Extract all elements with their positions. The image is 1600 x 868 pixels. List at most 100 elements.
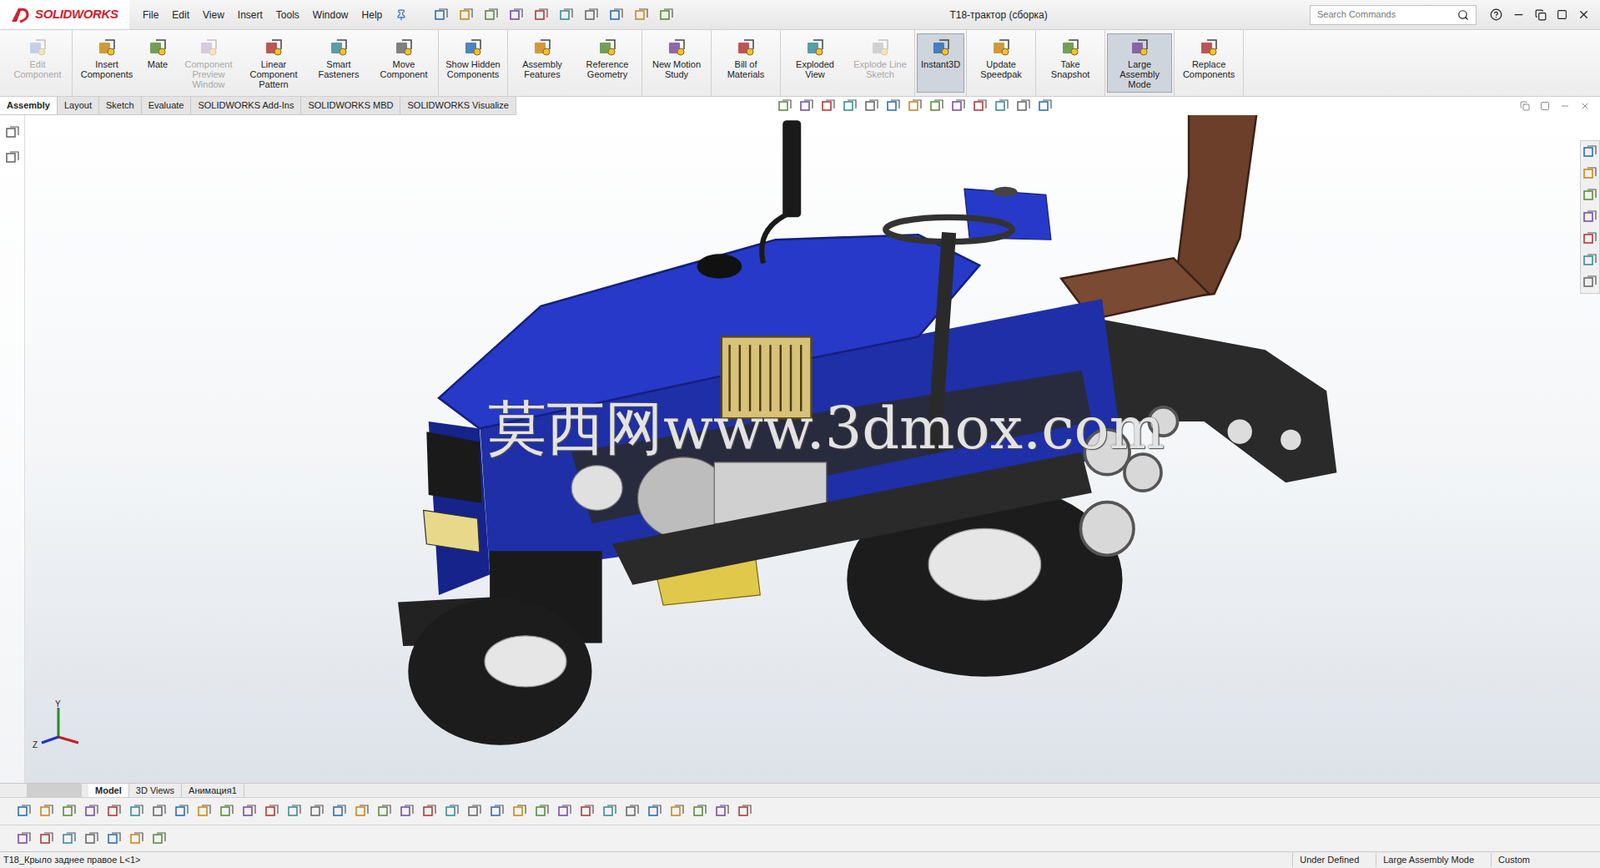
- tool-icon[interactable]: [151, 830, 167, 846]
- tool-icon[interactable]: [929, 98, 945, 114]
- graphics-area[interactable]: 莫西网www.3dmox.comYZ: [0, 115, 1600, 783]
- tool-icon[interactable]: [5, 125, 21, 141]
- command-button[interactable]: Explode Line Sketch: [847, 33, 913, 93]
- close-icon[interactable]: [1577, 8, 1590, 21]
- tool-icon[interactable]: [16, 830, 32, 846]
- tool-icon[interactable]: [608, 7, 624, 23]
- tool-icon[interactable]: [309, 803, 325, 819]
- tool-icon[interactable]: [1582, 166, 1598, 182]
- tool-icon[interactable]: [777, 98, 793, 114]
- tool-icon[interactable]: [633, 7, 650, 23]
- tool-icon[interactable]: [444, 803, 460, 819]
- command-button[interactable]: Bill of Materials: [713, 33, 779, 93]
- tool-icon[interactable]: [5, 150, 21, 166]
- command-button[interactable]: Insert Components: [74, 33, 140, 93]
- tool-icon[interactable]: [842, 98, 858, 114]
- restore-icon[interactable]: [1534, 9, 1547, 21]
- command-tab[interactable]: SOLIDWORKS MBD: [301, 96, 401, 115]
- pin-icon[interactable]: [395, 9, 408, 21]
- tool-icon[interactable]: [994, 98, 1010, 114]
- menu-item[interactable]: Help: [362, 7, 383, 23]
- command-button[interactable]: Edit Component: [5, 33, 71, 93]
- tool-icon[interactable]: [286, 803, 302, 819]
- tool-icon[interactable]: [950, 98, 967, 114]
- tool-icon[interactable]: [885, 98, 901, 114]
- tool-icon[interactable]: [1037, 98, 1053, 114]
- tool-icon[interactable]: [129, 830, 145, 846]
- tool-icon[interactable]: [714, 803, 730, 819]
- tool-icon[interactable]: [61, 830, 77, 846]
- tool-icon[interactable]: [1582, 274, 1598, 290]
- tool-icon[interactable]: [692, 803, 708, 819]
- tool-icon[interactable]: [467, 803, 483, 819]
- tool-icon[interactable]: [84, 803, 100, 819]
- tool-icon[interactable]: [433, 7, 449, 23]
- menu-item[interactable]: Tools: [276, 7, 300, 23]
- tool-icon[interactable]: [737, 803, 753, 819]
- command-tab[interactable]: Layout: [57, 96, 100, 115]
- tool-icon[interactable]: [659, 7, 675, 23]
- tool-icon[interactable]: [1582, 231, 1598, 247]
- tool-icon[interactable]: [489, 803, 505, 819]
- tool-icon[interactable]: [512, 803, 528, 819]
- tool-icon[interactable]: [533, 7, 549, 23]
- tool-icon[interactable]: [624, 803, 640, 819]
- command-tab[interactable]: SOLIDWORKS Visualize: [400, 96, 516, 115]
- tool-icon[interactable]: [458, 7, 474, 23]
- command-button[interactable]: Replace Components: [1176, 33, 1242, 93]
- tool-icon[interactable]: [1582, 187, 1598, 203]
- tool-icon[interactable]: [174, 803, 190, 819]
- status-item[interactable]: Under Defined: [1292, 852, 1366, 867]
- tile-icon[interactable]: [1519, 100, 1530, 111]
- tool-icon[interactable]: [534, 803, 550, 819]
- tool-icon[interactable]: [39, 803, 55, 819]
- command-button[interactable]: Assembly Features: [509, 33, 575, 93]
- command-button[interactable]: Update Speedpak: [968, 33, 1034, 93]
- tool-icon[interactable]: [1016, 98, 1032, 114]
- doc-close-icon[interactable]: [1579, 100, 1590, 111]
- command-button[interactable]: Linear Component Pattern: [241, 33, 307, 93]
- tab-scroll[interactable]: [26, 783, 82, 797]
- tool-icon[interactable]: [972, 98, 988, 114]
- command-tab[interactable]: SOLIDWORKS Add-Ins: [191, 96, 302, 115]
- tool-icon[interactable]: [151, 803, 167, 819]
- tool-icon[interactable]: [399, 803, 415, 819]
- command-tab[interactable]: Assembly: [0, 96, 58, 115]
- tool-icon[interactable]: [1582, 209, 1598, 225]
- menu-item[interactable]: Window: [312, 7, 349, 23]
- tool-icon[interactable]: [264, 803, 280, 819]
- model-tab[interactable]: 3D Views: [129, 783, 182, 797]
- command-button[interactable]: Show Hidden Components: [440, 33, 506, 93]
- tool-icon[interactable]: [241, 803, 257, 819]
- command-button[interactable]: Large Assembly Mode: [1106, 33, 1173, 93]
- menu-item[interactable]: View: [202, 7, 225, 23]
- tool-icon[interactable]: [669, 803, 685, 819]
- tool-icon[interactable]: [602, 803, 618, 819]
- tool-icon[interactable]: [39, 830, 55, 846]
- search-box[interactable]: Search Commands: [1309, 5, 1477, 26]
- tool-icon[interactable]: [354, 803, 370, 819]
- menu-item[interactable]: Insert: [237, 7, 263, 23]
- tool-icon[interactable]: [864, 98, 880, 114]
- command-button[interactable]: Smart Fasteners: [306, 33, 372, 93]
- command-button[interactable]: Mate: [139, 33, 177, 93]
- tool-icon[interactable]: [377, 803, 393, 819]
- tool-icon[interactable]: [61, 803, 77, 819]
- tool-icon[interactable]: [84, 830, 100, 846]
- tool-icon[interactable]: [332, 803, 348, 819]
- command-button[interactable]: Take Snapshot: [1037, 33, 1103, 93]
- tool-icon[interactable]: [1582, 144, 1598, 160]
- split-icon[interactable]: [1539, 100, 1550, 111]
- command-button[interactable]: Component Preview Window: [176, 33, 242, 93]
- status-item[interactable]: Custom: [1490, 852, 1537, 867]
- status-item[interactable]: Large Assembly Mode: [1375, 852, 1481, 867]
- doc-minimize-icon[interactable]: [1559, 100, 1570, 111]
- menu-item[interactable]: Edit: [171, 7, 190, 23]
- command-button[interactable]: Move Component: [371, 33, 437, 93]
- tool-icon[interactable]: [106, 803, 122, 819]
- maximize-icon[interactable]: [1556, 9, 1568, 21]
- command-button[interactable]: Instant3D: [916, 33, 965, 93]
- command-button[interactable]: Exploded View: [782, 33, 848, 93]
- tool-icon[interactable]: [820, 98, 836, 114]
- tool-icon[interactable]: [799, 98, 815, 114]
